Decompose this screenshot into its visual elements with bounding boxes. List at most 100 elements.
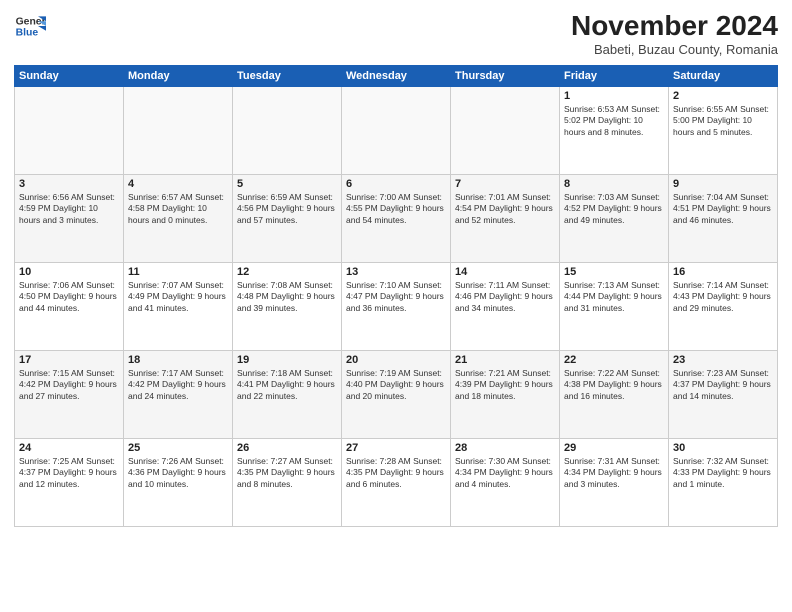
day-cell: 29 Sunrise: 7:31 AM Sunset: 4:34 PM Dayli… xyxy=(560,439,669,527)
day-detail: Sunrise: 6:56 AM Sunset: 4:59 PM Dayligh… xyxy=(19,192,119,226)
day-detail: Sunrise: 7:30 AM Sunset: 4:34 PM Dayligh… xyxy=(455,456,555,490)
week-row-2: 3 Sunrise: 6:56 AM Sunset: 4:59 PM Daylig… xyxy=(15,175,778,263)
day-cell: 18 Sunrise: 7:17 AM Sunset: 4:42 PM Dayli… xyxy=(124,351,233,439)
day-number: 23 xyxy=(673,354,773,366)
logo: General Blue xyxy=(14,10,46,42)
col-header-tuesday: Tuesday xyxy=(233,66,342,87)
day-number: 6 xyxy=(346,178,446,190)
day-cell: 6 Sunrise: 7:00 AM Sunset: 4:55 PM Daylig… xyxy=(342,175,451,263)
col-header-saturday: Saturday xyxy=(669,66,778,87)
day-number: 28 xyxy=(455,442,555,454)
day-cell: 7 Sunrise: 7:01 AM Sunset: 4:54 PM Daylig… xyxy=(451,175,560,263)
day-detail: Sunrise: 7:27 AM Sunset: 4:35 PM Dayligh… xyxy=(237,456,337,490)
day-number: 9 xyxy=(673,178,773,190)
col-header-friday: Friday xyxy=(560,66,669,87)
day-detail: Sunrise: 7:07 AM Sunset: 4:49 PM Dayligh… xyxy=(128,280,228,314)
week-row-1: 1 Sunrise: 6:53 AM Sunset: 5:02 PM Daylig… xyxy=(15,87,778,175)
day-cell: 26 Sunrise: 7:27 AM Sunset: 4:35 PM Dayli… xyxy=(233,439,342,527)
day-cell: 28 Sunrise: 7:30 AM Sunset: 4:34 PM Dayli… xyxy=(451,439,560,527)
day-cell: 23 Sunrise: 7:23 AM Sunset: 4:37 PM Dayli… xyxy=(669,351,778,439)
day-detail: Sunrise: 6:57 AM Sunset: 4:58 PM Dayligh… xyxy=(128,192,228,226)
svg-text:Blue: Blue xyxy=(16,28,39,39)
week-row-5: 24 Sunrise: 7:25 AM Sunset: 4:37 PM Dayli… xyxy=(15,439,778,527)
day-number: 10 xyxy=(19,266,119,278)
day-cell: 20Sunrise: 7:19 AM Sunset: 4:40 PM Dayli… xyxy=(342,351,451,439)
day-cell: 27 Sunrise: 7:28 AM Sunset: 4:35 PM Dayli… xyxy=(342,439,451,527)
calendar-table: SundayMondayTuesdayWednesdayThursdayFrid… xyxy=(14,65,778,527)
logo-icon: General Blue xyxy=(14,10,46,42)
day-number: 2 xyxy=(673,90,773,102)
day-cell: 3 Sunrise: 6:56 AM Sunset: 4:59 PM Daylig… xyxy=(15,175,124,263)
day-cell: 2 Sunrise: 6:55 AM Sunset: 5:00 PM Daylig… xyxy=(669,87,778,175)
day-cell: 15 Sunrise: 7:13 AM Sunset: 4:44 PM Dayli… xyxy=(560,263,669,351)
col-header-sunday: Sunday xyxy=(15,66,124,87)
title-block: November 2024 Babeti, Buzau County, Roma… xyxy=(571,10,778,57)
day-detail: Sunrise: 7:00 AM Sunset: 4:55 PM Dayligh… xyxy=(346,192,446,226)
subtitle: Babeti, Buzau County, Romania xyxy=(571,42,778,57)
day-cell xyxy=(15,87,124,175)
day-number: 29 xyxy=(564,442,664,454)
day-cell: 22 Sunrise: 7:22 AM Sunset: 4:38 PM Dayli… xyxy=(560,351,669,439)
day-number: 27 xyxy=(346,442,446,454)
day-number: 17 xyxy=(19,354,119,366)
day-number: 1 xyxy=(564,90,664,102)
day-detail: Sunrise: 7:14 AM Sunset: 4:43 PM Dayligh… xyxy=(673,280,773,314)
week-row-4: 17 Sunrise: 7:15 AM Sunset: 4:42 PM Dayli… xyxy=(15,351,778,439)
day-detail: Sunrise: 7:01 AM Sunset: 4:54 PM Dayligh… xyxy=(455,192,555,226)
day-detail: Sunrise: 7:18 AM Sunset: 4:41 PM Dayligh… xyxy=(237,368,337,402)
day-cell: 16Sunrise: 7:14 AM Sunset: 4:43 PM Dayli… xyxy=(669,263,778,351)
day-cell: 4Sunrise: 6:57 AM Sunset: 4:58 PM Daylig… xyxy=(124,175,233,263)
day-detail: Sunrise: 7:11 AM Sunset: 4:46 PM Dayligh… xyxy=(455,280,555,314)
day-cell: 25 Sunrise: 7:26 AM Sunset: 4:36 PM Dayli… xyxy=(124,439,233,527)
day-cell: 19 Sunrise: 7:18 AM Sunset: 4:41 PM Dayli… xyxy=(233,351,342,439)
day-cell: 12Sunrise: 7:08 AM Sunset: 4:48 PM Dayli… xyxy=(233,263,342,351)
day-number: 22 xyxy=(564,354,664,366)
day-detail: Sunrise: 7:10 AM Sunset: 4:47 PM Dayligh… xyxy=(346,280,446,314)
day-number: 25 xyxy=(128,442,228,454)
day-detail: Sunrise: 7:22 AM Sunset: 4:38 PM Dayligh… xyxy=(564,368,664,402)
day-detail: Sunrise: 7:17 AM Sunset: 4:42 PM Dayligh… xyxy=(128,368,228,402)
col-header-monday: Monday xyxy=(124,66,233,87)
day-detail: Sunrise: 7:25 AM Sunset: 4:37 PM Dayligh… xyxy=(19,456,119,490)
header-row: SundayMondayTuesdayWednesdayThursdayFrid… xyxy=(15,66,778,87)
day-number: 3 xyxy=(19,178,119,190)
day-detail: Sunrise: 7:28 AM Sunset: 4:35 PM Dayligh… xyxy=(346,456,446,490)
day-number: 5 xyxy=(237,178,337,190)
day-number: 18 xyxy=(128,354,228,366)
day-detail: Sunrise: 7:31 AM Sunset: 4:34 PM Dayligh… xyxy=(564,456,664,490)
day-cell: 13Sunrise: 7:10 AM Sunset: 4:47 PM Dayli… xyxy=(342,263,451,351)
day-cell: 17 Sunrise: 7:15 AM Sunset: 4:42 PM Dayli… xyxy=(15,351,124,439)
col-header-wednesday: Wednesday xyxy=(342,66,451,87)
day-number: 15 xyxy=(564,266,664,278)
day-cell: 11 Sunrise: 7:07 AM Sunset: 4:49 PM Dayli… xyxy=(124,263,233,351)
day-number: 19 xyxy=(237,354,337,366)
day-cell: 8Sunrise: 7:03 AM Sunset: 4:52 PM Daylig… xyxy=(560,175,669,263)
day-number: 26 xyxy=(237,442,337,454)
day-cell xyxy=(451,87,560,175)
day-cell: 14 Sunrise: 7:11 AM Sunset: 4:46 PM Dayli… xyxy=(451,263,560,351)
day-detail: Sunrise: 7:26 AM Sunset: 4:36 PM Dayligh… xyxy=(128,456,228,490)
day-detail: Sunrise: 7:19 AM Sunset: 4:40 PM Dayligh… xyxy=(346,368,446,402)
day-cell: 24 Sunrise: 7:25 AM Sunset: 4:37 PM Dayli… xyxy=(15,439,124,527)
day-detail: Sunrise: 6:53 AM Sunset: 5:02 PM Dayligh… xyxy=(564,104,664,138)
day-detail: Sunrise: 7:13 AM Sunset: 4:44 PM Dayligh… xyxy=(564,280,664,314)
day-number: 7 xyxy=(455,178,555,190)
day-cell: 10Sunrise: 7:06 AM Sunset: 4:50 PM Dayli… xyxy=(15,263,124,351)
day-cell: 21Sunrise: 7:21 AM Sunset: 4:39 PM Dayli… xyxy=(451,351,560,439)
day-cell: 5Sunrise: 6:59 AM Sunset: 4:56 PM Daylig… xyxy=(233,175,342,263)
main-title: November 2024 xyxy=(571,10,778,42)
day-detail: Sunrise: 7:15 AM Sunset: 4:42 PM Dayligh… xyxy=(19,368,119,402)
page-container: General Blue November 2024 Babeti, Buzau… xyxy=(0,0,792,612)
day-number: 30 xyxy=(673,442,773,454)
day-number: 24 xyxy=(19,442,119,454)
day-cell xyxy=(124,87,233,175)
day-cell xyxy=(233,87,342,175)
day-number: 21 xyxy=(455,354,555,366)
col-header-thursday: Thursday xyxy=(451,66,560,87)
day-number: 14 xyxy=(455,266,555,278)
day-number: 11 xyxy=(128,266,228,278)
day-detail: Sunrise: 6:55 AM Sunset: 5:00 PM Dayligh… xyxy=(673,104,773,138)
day-detail: Sunrise: 7:03 AM Sunset: 4:52 PM Dayligh… xyxy=(564,192,664,226)
week-row-3: 10Sunrise: 7:06 AM Sunset: 4:50 PM Dayli… xyxy=(15,263,778,351)
day-detail: Sunrise: 7:23 AM Sunset: 4:37 PM Dayligh… xyxy=(673,368,773,402)
